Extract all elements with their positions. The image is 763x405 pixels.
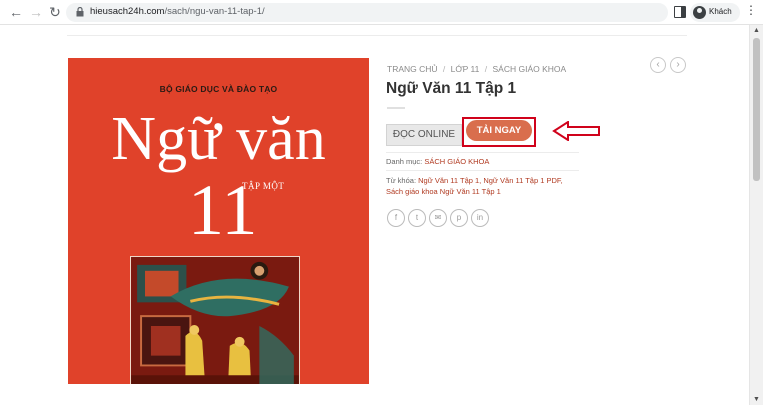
product-title: Ngữ Văn 11 Tập 1	[386, 80, 517, 97]
arrow-left-icon	[552, 121, 600, 141]
category-label: Danh mục:	[386, 157, 423, 166]
product-category: Danh mục: Sách giáo khoa	[386, 157, 489, 166]
facebook-icon[interactable]: f	[387, 209, 405, 227]
reload-icon[interactable]: ↻	[47, 4, 63, 20]
divider	[386, 152, 579, 153]
profile-name: Khách	[709, 7, 732, 16]
divider	[386, 170, 579, 171]
next-product-button[interactable]: ›	[670, 57, 686, 73]
download-button[interactable]: Tải ngay	[466, 120, 532, 141]
menu-icon[interactable]: ⋮	[745, 3, 757, 17]
divider	[67, 35, 687, 36]
breadcrumb: Trang chủ / Lớp 11 / Sách giáo khoa	[387, 64, 566, 74]
breadcrumb-separator: /	[442, 64, 446, 74]
back-icon[interactable]: ←	[8, 4, 24, 20]
url-path: /sach/ngu-van-11-tap-1/	[164, 6, 265, 17]
lock-icon	[76, 7, 84, 17]
cover-ministry: BỘ GIÁO DỤC VÀ ĐÀO TẠO	[159, 84, 278, 94]
cover-artwork	[130, 256, 300, 384]
scroll-up-icon[interactable]: ▲	[753, 27, 760, 34]
book-cover[interactable]: BỘ GIÁO DỤC VÀ ĐÀO TẠO Ngữ văn 11 TẬP MỘ…	[68, 58, 369, 384]
read-online-button[interactable]: Đọc Online	[386, 124, 462, 146]
profile-button[interactable]: Khách	[690, 3, 740, 22]
tags-label: Từ khóa:	[386, 176, 417, 185]
tab-search-icon[interactable]	[674, 6, 686, 18]
url-text: hieusach24h.com/sach/ngu-van-11-tap-1/	[90, 6, 265, 17]
email-icon[interactable]: ✉	[429, 209, 447, 227]
breadcrumb-separator: /	[484, 64, 488, 74]
breadcrumb-category[interactable]: Sách giáo khoa	[493, 64, 567, 74]
forward-icon[interactable]: →	[28, 4, 44, 20]
cover-volume: TẬP MỘT	[242, 181, 285, 191]
linkedin-icon[interactable]: in	[471, 209, 489, 227]
browser-toolbar: ← → ↻ hieusach24h.com/sach/ngu-van-11-ta…	[0, 0, 763, 25]
category-link[interactable]: Sách giáo khoa	[424, 157, 489, 166]
scrollbar-thumb[interactable]	[753, 38, 760, 181]
avatar-icon	[693, 6, 706, 19]
pinterest-icon[interactable]: p	[450, 209, 468, 227]
breadcrumb-grade[interactable]: Lớp 11	[451, 64, 480, 74]
url-domain: hieusach24h.com	[90, 6, 165, 17]
page-scrollbar[interactable]: ▲ ▼	[749, 25, 763, 405]
cover-title: Ngữ văn	[111, 105, 326, 173]
title-divider	[387, 107, 405, 109]
product-tags: Từ khóa: Ngữ Văn 11 Tập 1, Ngữ Văn 11 Tậ…	[386, 176, 576, 197]
scroll-down-icon[interactable]: ▼	[753, 396, 760, 403]
prev-product-button[interactable]: ‹	[650, 57, 666, 73]
address-bar[interactable]: hieusach24h.com/sach/ngu-van-11-tap-1/	[66, 3, 668, 22]
breadcrumb-home[interactable]: Trang chủ	[387, 64, 438, 74]
twitter-icon[interactable]: t	[408, 209, 426, 227]
